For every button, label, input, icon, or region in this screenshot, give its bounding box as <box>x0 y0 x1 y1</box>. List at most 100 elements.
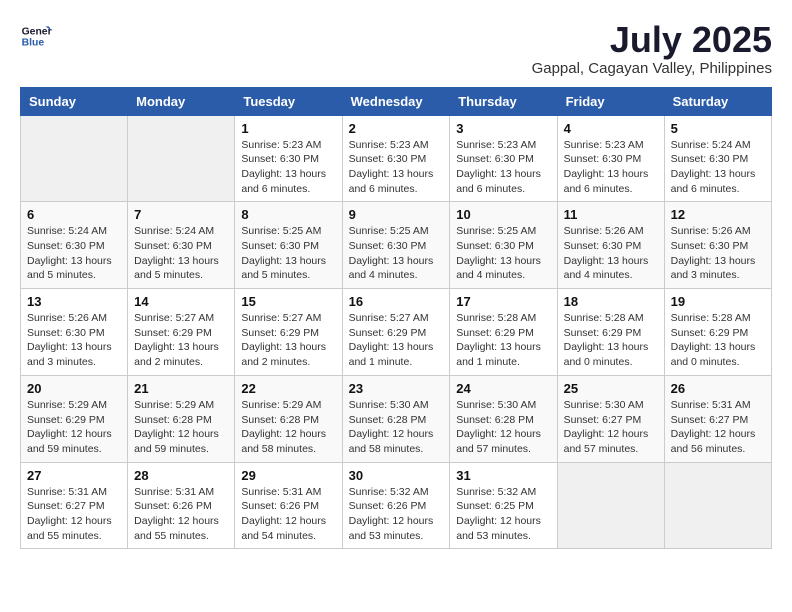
day-info: Sunrise: 5:32 AM Sunset: 6:25 PM Dayligh… <box>456 485 550 544</box>
day-number: 24 <box>456 381 550 396</box>
day-number: 18 <box>564 294 658 309</box>
day-number: 27 <box>27 468 121 483</box>
day-info: Sunrise: 5:27 AM Sunset: 6:29 PM Dayligh… <box>134 311 228 370</box>
day-number: 30 <box>349 468 444 483</box>
day-number: 10 <box>456 207 550 222</box>
calendar-cell: 5Sunrise: 5:24 AM Sunset: 6:30 PM Daylig… <box>664 115 771 202</box>
calendar-cell: 29 Sunrise: 5:31 AM Sunset: 6:26 PM Dayli… <box>235 462 342 549</box>
calendar-cell: 15 Sunrise: 5:27 AM Sunset: 6:29 PM Dayli… <box>235 289 342 376</box>
calendar-cell: 1 Sunrise: 5:23 AM Sunset: 6:30 PM Daylig… <box>235 115 342 202</box>
calendar-cell: 27 Sunrise: 5:31 AM Sunset: 6:27 PM Dayli… <box>21 462 128 549</box>
weekday-header-monday: Monday <box>128 87 235 115</box>
calendar-cell: 8 Sunrise: 5:25 AM Sunset: 6:30 PM Daylig… <box>235 202 342 289</box>
day-info: Sunrise: 5:23 AM Sunset: 6:30 PM Dayligh… <box>241 138 335 197</box>
day-number: 7 <box>134 207 228 222</box>
calendar-cell: 19Sunrise: 5:28 AM Sunset: 6:29 PM Dayli… <box>664 289 771 376</box>
day-number: 29 <box>241 468 335 483</box>
day-info: Sunrise: 5:27 AM Sunset: 6:29 PM Dayligh… <box>349 311 444 370</box>
weekday-header-friday: Friday <box>557 87 664 115</box>
calendar-cell: 14 Sunrise: 5:27 AM Sunset: 6:29 PM Dayli… <box>128 289 235 376</box>
calendar-cell: 6 Sunrise: 5:24 AM Sunset: 6:30 PM Daylig… <box>21 202 128 289</box>
day-info: Sunrise: 5:29 AM Sunset: 6:28 PM Dayligh… <box>134 398 228 457</box>
day-info: Sunrise: 5:28 AM Sunset: 6:29 PM Dayligh… <box>456 311 550 370</box>
day-info: Sunrise: 5:26 AM Sunset: 6:30 PM Dayligh… <box>564 224 658 283</box>
day-info: Sunrise: 5:26 AM Sunset: 6:30 PM Dayligh… <box>27 311 121 370</box>
day-info: Sunrise: 5:30 AM Sunset: 6:27 PM Dayligh… <box>564 398 658 457</box>
month-year-title: July 2025 <box>532 20 772 60</box>
day-number: 20 <box>27 381 121 396</box>
calendar-table: SundayMondayTuesdayWednesdayThursdayFrid… <box>20 87 772 550</box>
day-number: 8 <box>241 207 335 222</box>
day-number: 17 <box>456 294 550 309</box>
day-info: Sunrise: 5:31 AM Sunset: 6:26 PM Dayligh… <box>134 485 228 544</box>
day-number: 14 <box>134 294 228 309</box>
logo: General Blue <box>20 20 52 52</box>
day-info: Sunrise: 5:24 AM Sunset: 6:30 PM Dayligh… <box>27 224 121 283</box>
day-number: 28 <box>134 468 228 483</box>
day-number: 6 <box>27 207 121 222</box>
day-number: 13 <box>27 294 121 309</box>
calendar-week-row: 1 Sunrise: 5:23 AM Sunset: 6:30 PM Daylig… <box>21 115 772 202</box>
weekday-header-tuesday: Tuesday <box>235 87 342 115</box>
calendar-cell <box>128 115 235 202</box>
logo-icon: General Blue <box>20 20 52 52</box>
day-number: 3 <box>456 121 550 136</box>
weekday-header-wednesday: Wednesday <box>342 87 450 115</box>
calendar-cell: 22Sunrise: 5:29 AM Sunset: 6:28 PM Dayli… <box>235 375 342 462</box>
day-number: 11 <box>564 207 658 222</box>
day-number: 26 <box>671 381 765 396</box>
day-info: Sunrise: 5:29 AM Sunset: 6:29 PM Dayligh… <box>27 398 121 457</box>
day-info: Sunrise: 5:23 AM Sunset: 6:30 PM Dayligh… <box>564 138 658 197</box>
day-number: 5 <box>671 121 765 136</box>
day-info: Sunrise: 5:23 AM Sunset: 6:30 PM Dayligh… <box>349 138 444 197</box>
calendar-cell: 17 Sunrise: 5:28 AM Sunset: 6:29 PM Dayli… <box>450 289 557 376</box>
day-info: Sunrise: 5:31 AM Sunset: 6:26 PM Dayligh… <box>241 485 335 544</box>
calendar-cell: 12Sunrise: 5:26 AM Sunset: 6:30 PM Dayli… <box>664 202 771 289</box>
day-info: Sunrise: 5:25 AM Sunset: 6:30 PM Dayligh… <box>349 224 444 283</box>
day-number: 22 <box>241 381 335 396</box>
calendar-cell <box>557 462 664 549</box>
calendar-cell: 9 Sunrise: 5:25 AM Sunset: 6:30 PM Daylig… <box>342 202 450 289</box>
day-number: 21 <box>134 381 228 396</box>
day-number: 23 <box>349 381 444 396</box>
calendar-cell: 26 Sunrise: 5:31 AM Sunset: 6:27 PM Dayli… <box>664 375 771 462</box>
calendar-cell: 18Sunrise: 5:28 AM Sunset: 6:29 PM Dayli… <box>557 289 664 376</box>
calendar-cell: 23 Sunrise: 5:30 AM Sunset: 6:28 PM Dayli… <box>342 375 450 462</box>
day-number: 2 <box>349 121 444 136</box>
day-number: 16 <box>349 294 444 309</box>
day-info: Sunrise: 5:25 AM Sunset: 6:30 PM Dayligh… <box>241 224 335 283</box>
page-header: General Blue July 2025 Gappal, Cagayan V… <box>20 20 772 77</box>
weekday-header-thursday: Thursday <box>450 87 557 115</box>
calendar-cell: 16 Sunrise: 5:27 AM Sunset: 6:29 PM Dayli… <box>342 289 450 376</box>
title-area: July 2025 Gappal, Cagayan Valley, Philip… <box>532 20 772 77</box>
calendar-cell: 4 Sunrise: 5:23 AM Sunset: 6:30 PM Daylig… <box>557 115 664 202</box>
day-info: Sunrise: 5:30 AM Sunset: 6:28 PM Dayligh… <box>349 398 444 457</box>
day-number: 15 <box>241 294 335 309</box>
calendar-cell: 25 Sunrise: 5:30 AM Sunset: 6:27 PM Dayli… <box>557 375 664 462</box>
day-number: 25 <box>564 381 658 396</box>
day-number: 9 <box>349 207 444 222</box>
svg-text:Blue: Blue <box>22 38 45 49</box>
calendar-header-row: SundayMondayTuesdayWednesdayThursdayFrid… <box>21 87 772 115</box>
calendar-week-row: 13 Sunrise: 5:26 AM Sunset: 6:30 PM Dayli… <box>21 289 772 376</box>
calendar-cell: 20 Sunrise: 5:29 AM Sunset: 6:29 PM Dayli… <box>21 375 128 462</box>
calendar-week-row: 20 Sunrise: 5:29 AM Sunset: 6:29 PM Dayli… <box>21 375 772 462</box>
day-info: Sunrise: 5:27 AM Sunset: 6:29 PM Dayligh… <box>241 311 335 370</box>
calendar-cell: 24 Sunrise: 5:30 AM Sunset: 6:28 PM Dayli… <box>450 375 557 462</box>
calendar-cell: 3 Sunrise: 5:23 AM Sunset: 6:30 PM Daylig… <box>450 115 557 202</box>
day-number: 4 <box>564 121 658 136</box>
location-subtitle: Gappal, Cagayan Valley, Philippines <box>532 60 772 77</box>
day-info: Sunrise: 5:31 AM Sunset: 6:27 PM Dayligh… <box>671 398 765 457</box>
day-info: Sunrise: 5:23 AM Sunset: 6:30 PM Dayligh… <box>456 138 550 197</box>
day-info: Sunrise: 5:30 AM Sunset: 6:28 PM Dayligh… <box>456 398 550 457</box>
calendar-cell: 11 Sunrise: 5:26 AM Sunset: 6:30 PM Dayli… <box>557 202 664 289</box>
day-info: Sunrise: 5:26 AM Sunset: 6:30 PM Dayligh… <box>671 224 765 283</box>
day-number: 1 <box>241 121 335 136</box>
svg-text:General: General <box>22 26 52 37</box>
calendar-cell: 21 Sunrise: 5:29 AM Sunset: 6:28 PM Dayli… <box>128 375 235 462</box>
calendar-week-row: 27 Sunrise: 5:31 AM Sunset: 6:27 PM Dayli… <box>21 462 772 549</box>
weekday-header-sunday: Sunday <box>21 87 128 115</box>
calendar-cell: 7Sunrise: 5:24 AM Sunset: 6:30 PM Daylig… <box>128 202 235 289</box>
day-info: Sunrise: 5:31 AM Sunset: 6:27 PM Dayligh… <box>27 485 121 544</box>
calendar-cell: 31Sunrise: 5:32 AM Sunset: 6:25 PM Dayli… <box>450 462 557 549</box>
